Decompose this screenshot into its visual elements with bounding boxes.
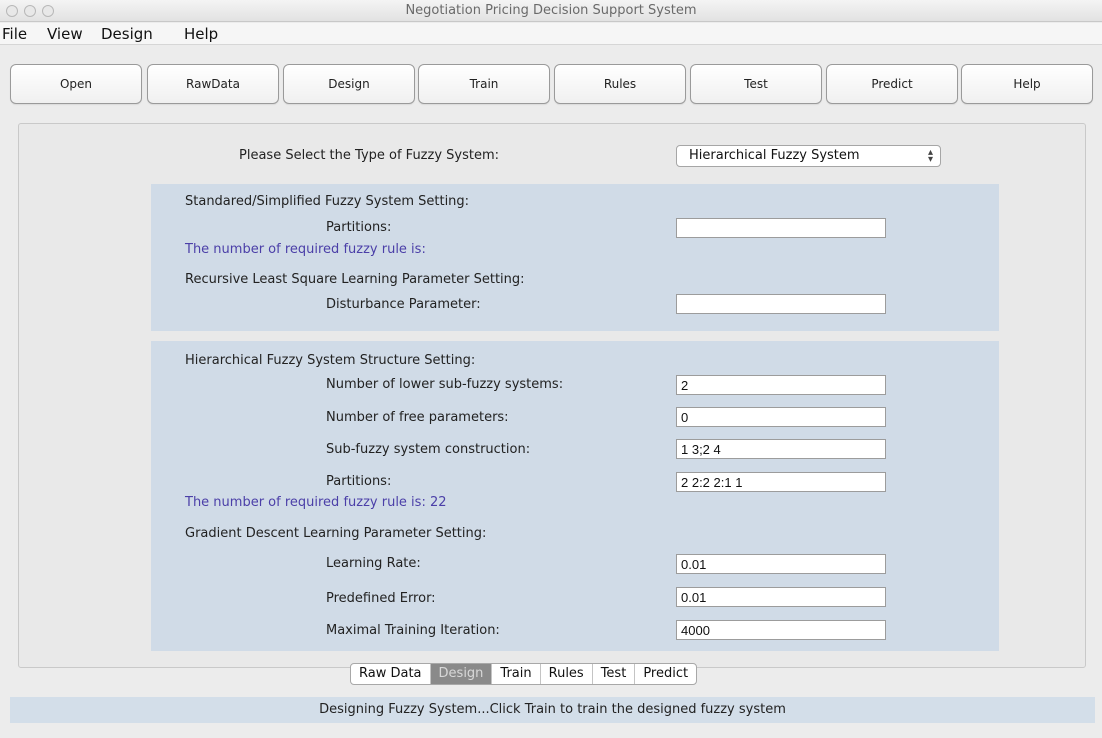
- tab-train[interactable]: Train: [492, 664, 541, 684]
- free-parameters-input[interactable]: [676, 407, 886, 427]
- predefined-error-label: Predefined Error:: [326, 591, 436, 606]
- learning-rate-input[interactable]: [676, 554, 886, 574]
- rawdata-button[interactable]: RawData: [147, 64, 279, 104]
- train-button[interactable]: Train: [418, 64, 550, 104]
- disturbance-label: Disturbance Parameter:: [326, 297, 481, 312]
- standard-partitions-input[interactable]: [676, 218, 886, 238]
- disturbance-input[interactable]: [676, 294, 886, 314]
- menu-file[interactable]: File: [2, 25, 27, 43]
- status-bar: Designing Fuzzy System...Click Train to …: [10, 697, 1095, 723]
- toolbar: Open RawData Design Train Rules Test Pre…: [10, 64, 1094, 104]
- title-bar: Negotiation Pricing Decision Support Sys…: [0, 0, 1102, 22]
- learning-rate-label: Learning Rate:: [326, 556, 421, 571]
- max-iteration-input[interactable]: [676, 620, 886, 640]
- gradient-descent-heading: Gradient Descent Learning Parameter Sett…: [185, 526, 487, 541]
- help-button[interactable]: Help: [961, 64, 1093, 104]
- lower-subsystems-label: Number of lower sub-fuzzy systems:: [326, 377, 564, 392]
- max-iteration-label: Maximal Training Iteration:: [326, 623, 500, 638]
- design-button[interactable]: Design: [283, 64, 415, 104]
- menu-view[interactable]: View: [47, 25, 83, 43]
- tab-predict[interactable]: Predict: [635, 664, 696, 684]
- menu-help[interactable]: Help: [184, 25, 218, 43]
- predefined-error-input[interactable]: [676, 587, 886, 607]
- menu-design[interactable]: Design: [101, 25, 153, 43]
- rls-heading: Recursive Least Square Learning Paramete…: [185, 272, 525, 287]
- tab-test[interactable]: Test: [593, 664, 636, 684]
- fuzzy-type-label: Please Select the Type of Fuzzy System:: [239, 148, 500, 163]
- view-tabs: Raw Data Design Train Rules Test Predict: [350, 663, 698, 685]
- window-title: Negotiation Pricing Decision Support Sys…: [405, 3, 697, 18]
- hierarchical-rule-count: The number of required fuzzy rule is: 22: [185, 495, 447, 510]
- chevron-updown-icon: ▴ ▾: [927, 147, 933, 165]
- hierarchical-partitions-label: Partitions:: [326, 474, 392, 489]
- lower-subsystems-input[interactable]: [676, 375, 886, 395]
- rules-button[interactable]: Rules: [554, 64, 686, 104]
- hierarchical-partitions-input[interactable]: [676, 472, 886, 492]
- hierarchical-heading: Hierarchical Fuzzy System Structure Sett…: [185, 353, 476, 368]
- free-parameters-label: Number of free parameters:: [326, 410, 509, 425]
- construction-label: Sub-fuzzy system construction:: [326, 442, 531, 457]
- standard-rule-count: The number of required fuzzy rule is:: [185, 242, 426, 257]
- standard-partitions-label: Partitions:: [326, 220, 392, 235]
- construction-input[interactable]: [676, 439, 886, 459]
- fuzzy-type-select[interactable]: Hierarchical Fuzzy System ▴ ▾: [676, 145, 941, 167]
- tab-rules[interactable]: Rules: [541, 664, 593, 684]
- predict-button[interactable]: Predict: [826, 64, 958, 104]
- open-button[interactable]: Open: [10, 64, 142, 104]
- tab-raw-data[interactable]: Raw Data: [351, 664, 431, 684]
- standard-heading: Standared/Simplified Fuzzy System Settin…: [185, 194, 470, 209]
- fuzzy-type-value: Hierarchical Fuzzy System: [689, 148, 860, 163]
- test-button[interactable]: Test: [690, 64, 822, 104]
- tab-design[interactable]: Design: [430, 664, 493, 684]
- menu-bar: File View Design Help: [0, 23, 1102, 45]
